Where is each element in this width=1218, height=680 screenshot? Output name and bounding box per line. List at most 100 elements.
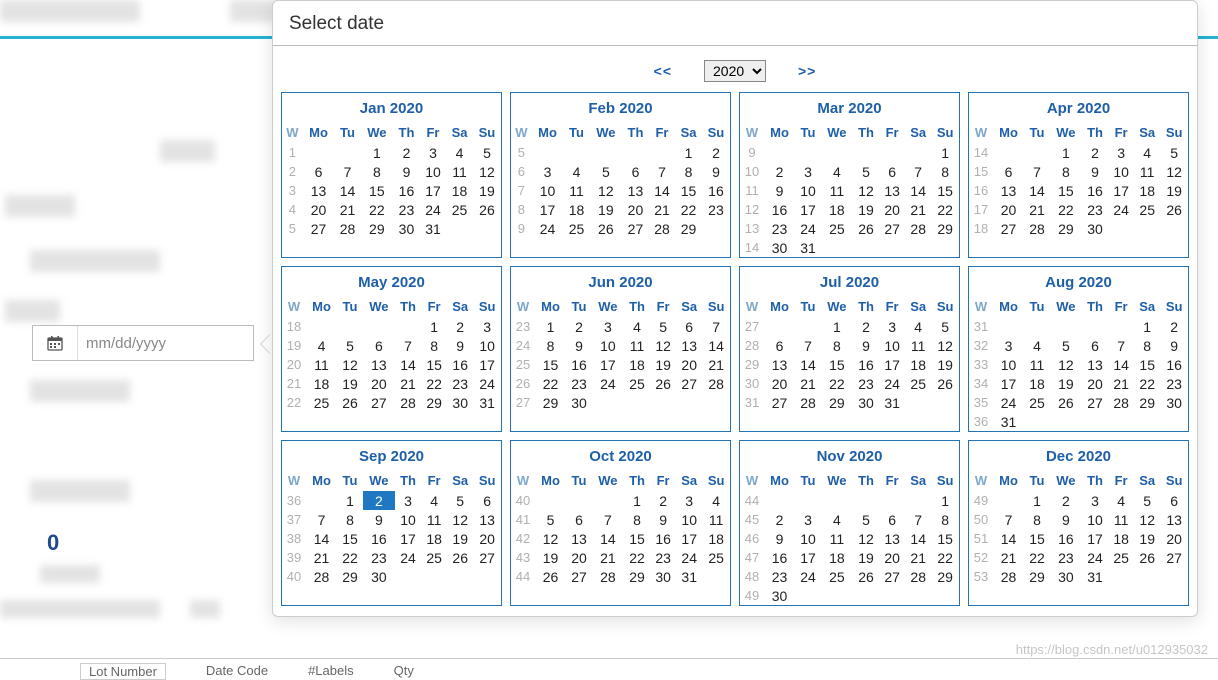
day-cell[interactable]: 15	[421, 355, 447, 374]
day-cell[interactable]: 16	[566, 355, 592, 374]
day-cell[interactable]: 23	[764, 219, 795, 238]
day-cell[interactable]: 25	[702, 548, 730, 567]
day-cell[interactable]: 22	[931, 200, 959, 219]
day-cell[interactable]: 4	[421, 491, 447, 510]
day-cell[interactable]: 11	[821, 181, 853, 200]
day-cell[interactable]: 3	[395, 491, 421, 510]
day-cell[interactable]: 26	[931, 374, 959, 393]
day-cell[interactable]: 27	[993, 219, 1024, 238]
day-cell[interactable]: 11	[702, 510, 730, 529]
day-cell[interactable]: 20	[1160, 529, 1188, 548]
day-cell[interactable]: 8	[535, 336, 566, 355]
day-cell[interactable]: 30	[363, 567, 395, 586]
day-cell[interactable]: 10	[993, 355, 1024, 374]
day-cell[interactable]: 7	[395, 336, 421, 355]
day-cell[interactable]: 17	[473, 355, 501, 374]
day-cell[interactable]: 1	[535, 317, 566, 336]
day-cell[interactable]: 19	[1160, 181, 1188, 200]
day-cell[interactable]: 7	[905, 510, 931, 529]
day-cell[interactable]: 2	[447, 317, 473, 336]
day-cell[interactable]: 24	[676, 548, 702, 567]
day-cell[interactable]: 30	[393, 219, 420, 238]
day-cell[interactable]: 23	[566, 374, 592, 393]
day-cell[interactable]: 30	[650, 567, 676, 586]
day-cell[interactable]: 26	[853, 219, 879, 238]
day-cell[interactable]: 22	[421, 374, 447, 393]
day-cell[interactable]: 6	[303, 162, 335, 181]
day-cell[interactable]: 25	[1108, 548, 1134, 567]
day-cell[interactable]: 13	[1160, 510, 1188, 529]
day-cell[interactable]: 18	[306, 374, 337, 393]
day-cell[interactable]: 4	[563, 162, 589, 181]
day-cell[interactable]: 11	[624, 336, 650, 355]
day-cell[interactable]: 10	[1108, 162, 1134, 181]
day-cell[interactable]: 28	[795, 393, 821, 412]
day-cell[interactable]: 14	[334, 181, 360, 200]
day-cell[interactable]: 24	[879, 374, 905, 393]
day-cell[interactable]: 6	[879, 510, 905, 529]
day-cell[interactable]: 24	[795, 567, 821, 586]
day-cell[interactable]: 5	[853, 162, 879, 181]
day-cell[interactable]: 17	[879, 355, 905, 374]
day-cell[interactable]: 14	[993, 529, 1024, 548]
day-cell[interactable]: 19	[535, 548, 566, 567]
day-cell[interactable]: 13	[879, 529, 905, 548]
day-cell[interactable]: 5	[1050, 336, 1082, 355]
day-cell[interactable]: 15	[675, 181, 702, 200]
day-cell[interactable]: 22	[361, 200, 393, 219]
day-cell[interactable]: 4	[702, 491, 730, 510]
day-cell[interactable]: 4	[1134, 143, 1160, 162]
day-cell[interactable]: 25	[446, 200, 473, 219]
day-cell[interactable]: 29	[337, 567, 363, 586]
day-cell[interactable]: 31	[993, 412, 1024, 431]
day-cell[interactable]: 25	[905, 374, 931, 393]
day-cell[interactable]: 7	[905, 162, 931, 181]
day-cell[interactable]: 31	[676, 567, 702, 586]
day-cell[interactable]: 31	[420, 219, 446, 238]
day-cell[interactable]: 19	[1050, 374, 1082, 393]
day-cell[interactable]: 12	[853, 529, 879, 548]
day-cell[interactable]: 8	[821, 336, 853, 355]
day-cell[interactable]: 2	[566, 317, 592, 336]
day-cell[interactable]: 9	[566, 336, 592, 355]
day-cell[interactable]: 22	[821, 374, 853, 393]
day-cell[interactable]: 21	[702, 355, 730, 374]
day-cell[interactable]: 3	[1108, 143, 1134, 162]
day-cell[interactable]: 7	[334, 162, 360, 181]
day-cell[interactable]: 10	[795, 529, 821, 548]
day-cell[interactable]: 28	[905, 567, 931, 586]
day-cell[interactable]: 21	[905, 548, 931, 567]
day-cell[interactable]: 18	[1134, 181, 1160, 200]
day-cell[interactable]: 9	[702, 162, 730, 181]
day-cell[interactable]: 25	[421, 548, 447, 567]
day-cell[interactable]: 12	[931, 336, 959, 355]
day-cell[interactable]: 11	[306, 355, 337, 374]
day-cell[interactable]: 2	[764, 162, 795, 181]
day-cell[interactable]: 20	[473, 529, 501, 548]
day-cell[interactable]: 18	[821, 548, 853, 567]
day-cell[interactable]: 18	[1108, 529, 1134, 548]
day-cell[interactable]: 24	[532, 219, 564, 238]
day-cell[interactable]: 6	[676, 317, 702, 336]
day-cell[interactable]: 18	[1024, 374, 1050, 393]
day-cell[interactable]: 17	[532, 200, 564, 219]
day-cell[interactable]: 15	[931, 529, 959, 548]
day-cell[interactable]: 15	[1134, 355, 1160, 374]
day-cell[interactable]: 29	[624, 567, 650, 586]
day-cell[interactable]: 25	[821, 219, 853, 238]
day-cell[interactable]: 22	[1134, 374, 1160, 393]
day-cell[interactable]: 3	[676, 491, 702, 510]
day-cell[interactable]: 10	[473, 336, 501, 355]
day-cell[interactable]: 9	[1160, 336, 1188, 355]
day-cell[interactable]: 23	[447, 374, 473, 393]
day-cell[interactable]: 7	[702, 317, 730, 336]
day-cell[interactable]: 25	[563, 219, 589, 238]
day-cell[interactable]: 7	[1108, 336, 1134, 355]
day-cell[interactable]: 16	[393, 181, 420, 200]
day-cell[interactable]: 18	[702, 529, 730, 548]
day-cell[interactable]: 22	[535, 374, 566, 393]
day-cell[interactable]: 24	[1108, 200, 1134, 219]
day-cell[interactable]: 23	[764, 567, 795, 586]
day-cell[interactable]: 7	[993, 510, 1024, 529]
day-cell[interactable]: 8	[337, 510, 363, 529]
